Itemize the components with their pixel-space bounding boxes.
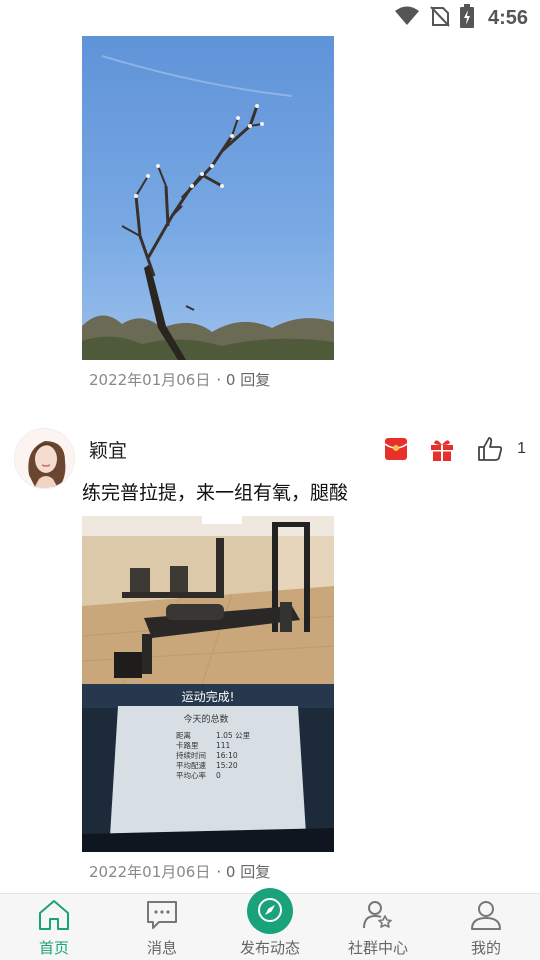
post-meta: 2022年01月06日 · 0 回复 [89, 369, 270, 390]
reply-count[interactable]: · 0 回复 [216, 861, 270, 882]
screen-row-label: 平均配速 [176, 760, 206, 770]
nav-community[interactable]: 社群中心 [324, 894, 432, 960]
avatar[interactable] [14, 428, 75, 489]
screen-row-value: 16:10 [216, 751, 238, 760]
screen-row-label: 平均心率 [176, 770, 206, 780]
nav-label: 社群中心 [347, 939, 408, 957]
thumbs-up-icon[interactable] [475, 434, 505, 464]
screen-row-label: 卡路里 [176, 740, 199, 750]
gift-icon[interactable] [427, 434, 457, 464]
post-text: 练完普拉提，来一组有氧，腿酸 [82, 482, 349, 504]
screen-row-value: 111 [216, 741, 231, 750]
status-bar: 4:56 [0, 0, 540, 36]
screen-heading: 运动完成! [182, 689, 235, 704]
screen-row-value: 1.05 公里 [216, 731, 251, 740]
community-icon [361, 899, 395, 937]
screen-row-label: 持续时间 [176, 750, 206, 760]
battery-charging-icon [459, 4, 474, 32]
pilates-studio-photo-icon: 运动完成! 今天的总数 距离 1.05 公里 卡路里 111 持续时间 16:1… [82, 516, 334, 852]
post-meta: 2022年01月06日 · 0 回复 [89, 861, 270, 882]
red-envelope-icon[interactable] [381, 434, 411, 464]
nav-profile[interactable]: 我的 [432, 894, 540, 960]
post-photo[interactable] [82, 36, 334, 360]
nav-label: 发布动态 [239, 939, 300, 957]
post-date: 2022年01月06日 [89, 863, 211, 881]
bottom-nav: 首页 消息 发布动态 社群中心 我的 [0, 888, 540, 960]
reply-count[interactable]: · 0 回复 [216, 369, 270, 390]
status-time: 4:56 [487, 6, 528, 29]
post-date: 2022年01月06日 [89, 371, 211, 389]
nav-label: 我的 [470, 939, 501, 957]
nav-home[interactable]: 首页 [0, 894, 108, 960]
nav-label: 消息 [146, 939, 177, 957]
like-count: 1 [517, 440, 526, 457]
nav-publish[interactable]: 发布动态 [216, 888, 324, 960]
compass-icon [247, 888, 293, 934]
post-actions: 1 [381, 432, 526, 466]
wifi-icon [394, 5, 420, 31]
sky-tree-photo-icon [82, 36, 334, 360]
message-icon [145, 899, 179, 937]
post-photo[interactable]: 运动完成! 今天的总数 距离 1.05 公里 卡路里 111 持续时间 16:1… [82, 516, 334, 852]
home-icon [37, 899, 71, 937]
profile-icon [469, 899, 503, 937]
nav-messages[interactable]: 消息 [108, 894, 216, 960]
no-sim-icon [430, 5, 450, 31]
username[interactable]: 颖宜 [89, 436, 127, 463]
nav-label: 首页 [38, 939, 69, 957]
screen-row-value: 15:20 [216, 761, 238, 770]
screen-row-label: 距离 [176, 730, 191, 740]
screen-subheading: 今天的总数 [183, 713, 228, 725]
screen-row-value: 0 [216, 771, 221, 780]
